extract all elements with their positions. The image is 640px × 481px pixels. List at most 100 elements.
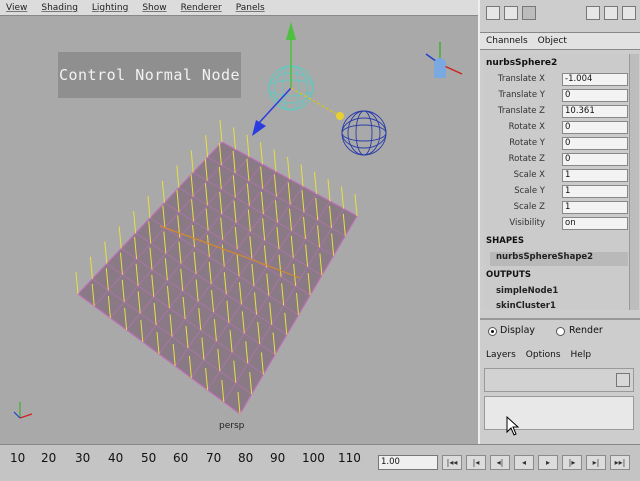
attr-label: Rotate X xyxy=(508,122,545,132)
shape-item[interactable]: nurbsSphereShape2 xyxy=(490,252,628,266)
attr-label: Scale Y xyxy=(514,186,545,196)
normal-line xyxy=(75,271,79,295)
render-radio[interactable] xyxy=(556,327,565,336)
play-forward-icon[interactable]: ▸ xyxy=(538,455,558,470)
attr-row: Translate Z 10.361 xyxy=(484,104,629,120)
attr-label: Translate X xyxy=(497,74,545,84)
normal-line xyxy=(327,179,331,202)
blue-sphere xyxy=(341,110,387,156)
menu-view[interactable]: View xyxy=(6,3,27,13)
normal-line xyxy=(300,164,304,187)
attr-label: Translate Z xyxy=(497,106,545,116)
new-layer-icon[interactable] xyxy=(616,373,630,387)
attr-value-field[interactable]: 10.361 xyxy=(562,105,628,118)
attr-row: Scale X 1 xyxy=(484,168,629,184)
attr-value-field[interactable]: 0 xyxy=(562,137,628,150)
display-radio[interactable] xyxy=(488,327,497,336)
attr-row: Rotate Z 0 xyxy=(484,152,629,168)
normal-line xyxy=(161,180,165,203)
attr-value-field[interactable]: 0 xyxy=(562,89,628,102)
menu-show[interactable]: Show xyxy=(142,3,166,13)
attr-value-field[interactable]: 1 xyxy=(562,185,628,198)
tick-label: 20 xyxy=(41,451,57,465)
outputs-header: OUTPUTS xyxy=(486,270,531,280)
attr-row: Scale Z 1 xyxy=(484,200,629,216)
step-back-key-button[interactable]: |◂ xyxy=(466,455,486,470)
node-name[interactable]: nurbsSphere2 xyxy=(486,58,557,68)
tick-label: 60 xyxy=(173,451,189,465)
manip-y-arrow xyxy=(286,22,296,40)
tab-channels[interactable]: Channels xyxy=(486,36,528,46)
menu-panels[interactable]: Panels xyxy=(236,3,265,13)
attr-label: Rotate Z xyxy=(508,154,545,164)
step-back-frame-button[interactable]: ◂| xyxy=(490,455,510,470)
channel-box-icon[interactable] xyxy=(486,6,500,20)
attr-value-field[interactable]: 1 xyxy=(562,201,628,214)
lasso-icon[interactable] xyxy=(604,6,618,20)
tick-label: 40 xyxy=(108,451,124,465)
attr-row: Translate X -1.004 xyxy=(484,72,629,88)
menu-layers[interactable]: Layers xyxy=(486,350,516,360)
normal-line xyxy=(233,127,236,150)
attr-value-field[interactable]: 1 xyxy=(562,169,628,182)
display-radio-label: Display xyxy=(500,325,536,336)
attr-value-field[interactable]: 0 xyxy=(562,121,628,134)
layer-icon[interactable] xyxy=(522,6,536,20)
pick-icon[interactable] xyxy=(622,6,636,20)
shapes-header: SHAPES xyxy=(486,236,524,246)
attr-value-field[interactable]: -1.004 xyxy=(562,73,628,86)
go-to-start-button[interactable]: |◂◂ xyxy=(442,455,462,470)
attr-label: Visibility xyxy=(509,218,545,228)
menu-options[interactable]: Options xyxy=(526,350,561,360)
attr-value-field[interactable]: on xyxy=(562,217,628,230)
normal-line xyxy=(133,211,137,234)
normal-line xyxy=(89,256,93,279)
normal-line xyxy=(260,142,263,165)
current-frame-field[interactable]: 1.00 xyxy=(378,455,438,470)
attr-row: Rotate Y 0 xyxy=(484,136,629,152)
menu-renderer[interactable]: Renderer xyxy=(181,3,222,13)
go-to-end-button[interactable]: ▸▸| xyxy=(610,455,630,470)
step-forward-key-button[interactable]: ▸| xyxy=(586,455,606,470)
camera-label: persp xyxy=(219,421,245,431)
channel-box-scrollbar[interactable] xyxy=(629,54,639,310)
tab-object[interactable]: Object xyxy=(538,36,567,46)
viewport-menu-bar: View Shading Lighting Show Renderer Pane… xyxy=(0,0,478,16)
normal-line xyxy=(354,193,358,217)
menu-help[interactable]: Help xyxy=(571,350,592,360)
viewport-panel[interactable]: View Shading Lighting Show Renderer Pane… xyxy=(0,0,478,444)
normal-line xyxy=(147,195,151,219)
output-item[interactable]: simpleNode1 xyxy=(496,286,558,296)
attr-value-field[interactable]: 0 xyxy=(562,153,628,166)
tick-label: 100 xyxy=(302,451,325,465)
normal-line xyxy=(176,165,180,188)
tick-label: 10 xyxy=(10,451,26,465)
menu-shading[interactable]: Shading xyxy=(41,3,78,13)
banner-text: Control Normal Node xyxy=(58,66,241,84)
menu-lighting[interactable]: Lighting xyxy=(92,3,128,13)
normal-line xyxy=(246,134,250,157)
step-forward-frame-button[interactable]: |▸ xyxy=(562,455,582,470)
attr-label: Scale X xyxy=(513,170,545,180)
right-panel: Channels Object nurbsSphere2 Translate X… xyxy=(478,0,640,446)
play-backward-button[interactable]: ◂ xyxy=(514,455,534,470)
tick-label: 30 xyxy=(75,451,91,465)
normal-line xyxy=(341,186,344,209)
tick-label: 80 xyxy=(238,451,254,465)
time-slider[interactable]: 10 20 30 40 50 60 70 80 90 100 110 1.00 … xyxy=(0,444,640,481)
normal-line xyxy=(104,241,108,264)
move-tool-icon[interactable] xyxy=(586,6,600,20)
layer-editor: Display Render Layers Options Help xyxy=(480,318,640,446)
render-radio-label: Render xyxy=(569,325,603,336)
output-item[interactable]: skinCluster1 xyxy=(496,301,556,310)
attr-row: Scale Y 1 xyxy=(484,184,629,200)
manip-x-handle xyxy=(336,112,344,120)
view-axis-gizmo xyxy=(425,42,463,78)
channel-box-tabs: Channels Object xyxy=(480,32,640,50)
attribute-editor-icon[interactable] xyxy=(504,6,518,20)
normal-line xyxy=(273,149,277,172)
time-ruler[interactable]: 10 20 30 40 50 60 70 80 90 100 110 xyxy=(0,447,374,479)
normal-line xyxy=(118,226,122,249)
normal-line xyxy=(314,171,317,194)
attr-row: Rotate X 0 xyxy=(484,120,629,136)
